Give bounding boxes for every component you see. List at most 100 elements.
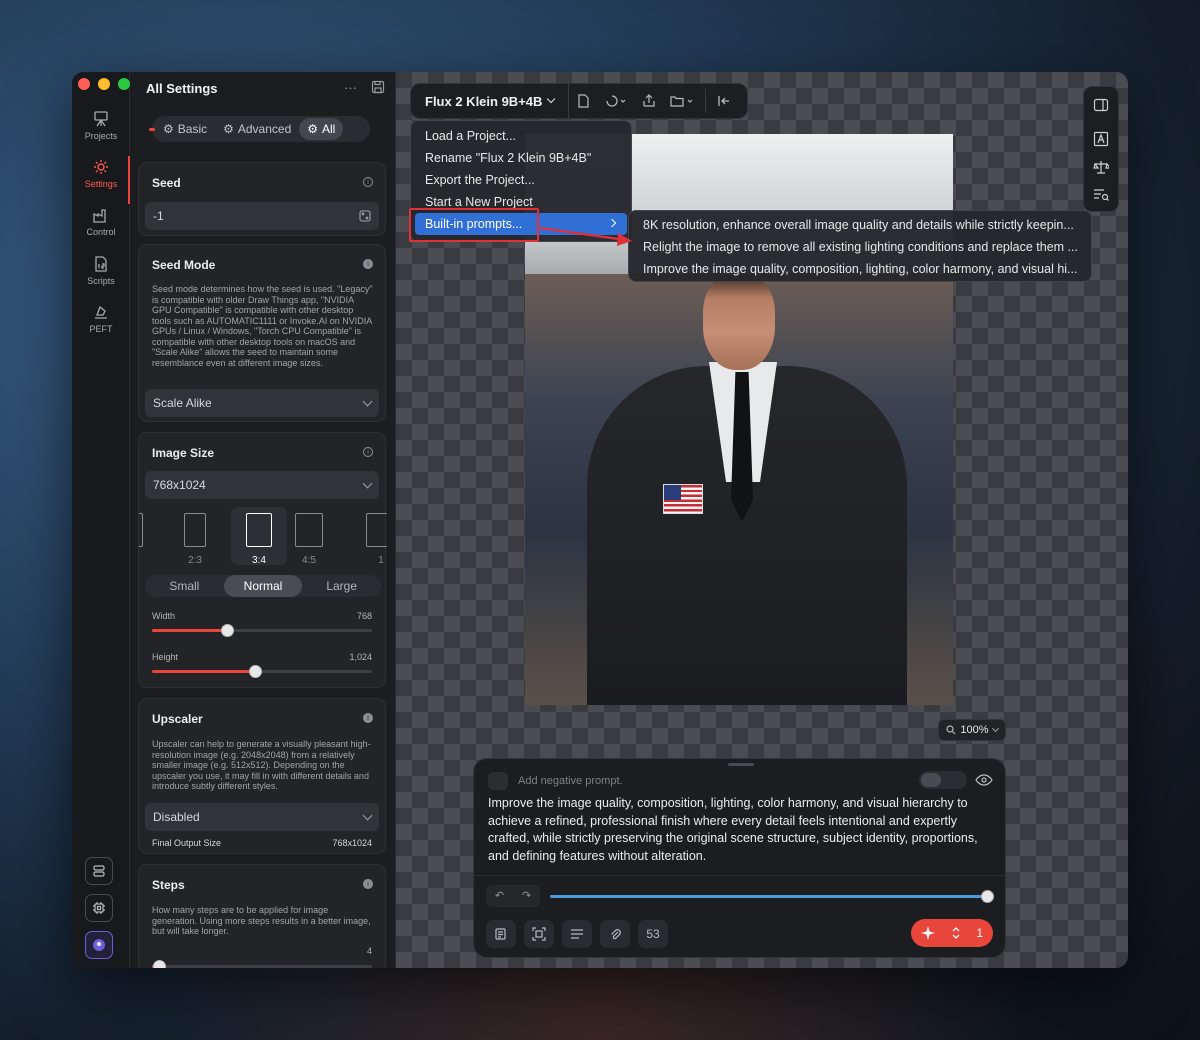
app-window: Projects Settings Control Scripts PEFT A…: [72, 72, 1128, 968]
text-style-icon[interactable]: [1093, 131, 1109, 147]
info-icon[interactable]: i: [363, 177, 373, 187]
prompt-library-button[interactable]: [486, 920, 516, 948]
gear-icon: ⚙: [223, 122, 234, 136]
document-list-icon: [495, 928, 506, 940]
slider-knob[interactable]: [220, 624, 234, 637]
gear-icon: ⚙: [307, 122, 319, 136]
redo-icon[interactable]: ↷: [513, 885, 540, 907]
size-small[interactable]: Small: [145, 575, 224, 597]
steps-card: Steps i How many steps are to be applied…: [138, 864, 386, 968]
minimize-window-button[interactable]: [98, 78, 110, 90]
eye-icon[interactable]: [975, 773, 993, 787]
negative-prompt-input[interactable]: Add negative prompt.: [518, 775, 623, 787]
account-button[interactable]: [85, 931, 113, 959]
balance-scale-icon[interactable]: [1093, 159, 1109, 175]
info-icon[interactable]: i: [363, 447, 373, 457]
left-rail: Projects Settings Control Scripts PEFT: [72, 72, 130, 968]
height-slider[interactable]: [152, 665, 372, 678]
list-search-icon[interactable]: [1093, 187, 1109, 203]
zoom-window-button[interactable]: [118, 78, 130, 90]
gear-icon: ⚙: [163, 122, 174, 136]
collapse-left-icon[interactable]: [710, 83, 738, 119]
peft-icon: [95, 305, 107, 319]
token-count: 53: [638, 920, 668, 948]
save-icon[interactable]: [371, 80, 385, 94]
new-file-icon[interactable]: [569, 83, 597, 119]
easel-icon: [94, 111, 108, 127]
chevron-down-icon: [362, 810, 373, 820]
generate-button[interactable]: 1: [911, 919, 993, 947]
seed-card: Seed i -1: [138, 162, 386, 236]
info-icon[interactable]: i: [363, 713, 373, 723]
rail-item-control[interactable]: Control: [72, 204, 130, 248]
ratio-option[interactable]: 4:5: [289, 507, 329, 565]
paperclip-icon: [611, 929, 621, 940]
strength-slider[interactable]: [550, 890, 994, 903]
prompt-option[interactable]: Improve the image quality, composition, …: [629, 258, 1091, 280]
folder-menu-icon[interactable]: [663, 83, 701, 119]
slider-knob[interactable]: [152, 960, 166, 968]
info-icon[interactable]: i: [363, 259, 373, 269]
rail-item-projects[interactable]: Projects: [72, 108, 130, 152]
text-format-button[interactable]: [562, 920, 592, 948]
mode-all[interactable]: ⚙ All: [299, 118, 344, 140]
rail-item-peft[interactable]: PEFT: [72, 301, 130, 345]
resize-handle[interactable]: [728, 763, 754, 766]
aspect-ratio-picker: 2 2:3 3:4 4:5 1: [139, 505, 387, 565]
prompt-option[interactable]: Relight the image to remove all existing…: [629, 236, 1091, 258]
slider-knob[interactable]: [981, 890, 994, 903]
seed-mode-card: Seed Mode i Seed mode determines how the…: [138, 244, 386, 422]
mode-basic[interactable]: ⚙ Basic: [155, 118, 215, 140]
rail-item-scripts[interactable]: Scripts: [72, 253, 130, 297]
chevron-down-icon: [362, 396, 373, 406]
settings-mode-selector: ⚙ Basic ⚙ Advanced ⚙ All: [149, 116, 370, 142]
info-icon[interactable]: i: [363, 879, 373, 889]
window-controls: [78, 78, 130, 90]
ratio-option[interactable]: 2:3: [175, 507, 215, 565]
avatar-icon: [93, 939, 105, 951]
chip-button[interactable]: [85, 894, 113, 922]
built-in-prompts-submenu: 8K resolution, enhance overall image qua…: [628, 210, 1092, 282]
sticker-menu-icon[interactable]: [597, 83, 635, 119]
zoom-control[interactable]: 100%: [938, 719, 1006, 741]
share-icon[interactable]: [635, 83, 663, 119]
prompt-panel: Add negative prompt. Improve the image q…: [473, 758, 1006, 958]
rail-item-settings[interactable]: Settings: [72, 156, 130, 204]
image-size-select[interactable]: 768x1024: [145, 471, 379, 499]
upscaler-card: Upscaler i Upscaler can help to generate…: [138, 698, 386, 854]
steps-slider[interactable]: [152, 960, 372, 968]
project-menu-button[interactable]: Flux 2 Klein 9B+4B: [411, 83, 570, 119]
annotation-arrow-icon: [539, 226, 632, 246]
size-large[interactable]: Large: [302, 575, 381, 597]
width-slider[interactable]: [152, 624, 372, 637]
storage-button[interactable]: [85, 857, 113, 885]
menu-item-export-project[interactable]: Export the Project...: [411, 169, 631, 191]
attach-button[interactable]: [600, 920, 630, 948]
prompt-mode-toggle[interactable]: [919, 771, 967, 789]
close-window-button[interactable]: [78, 78, 90, 90]
seed-input[interactable]: -1: [145, 202, 379, 230]
menu-item-rename-project[interactable]: Rename "Flux 2 Klein 9B+4B": [411, 147, 631, 169]
prompt-input[interactable]: Improve the image quality, composition, …: [488, 795, 988, 865]
menu-item-load-project[interactable]: Load a Project...: [411, 125, 631, 147]
mode-advanced[interactable]: ⚙ Advanced: [215, 118, 299, 140]
size-normal[interactable]: Normal: [223, 575, 303, 597]
undo-icon[interactable]: ↶: [486, 885, 513, 907]
flag-patch: [663, 484, 703, 514]
ratio-option[interactable]: 2: [139, 507, 153, 565]
slider-knob[interactable]: [249, 665, 263, 678]
dice-icon[interactable]: [359, 210, 371, 222]
more-options-icon[interactable]: ···: [344, 80, 357, 95]
image-focus-button[interactable]: [524, 920, 554, 948]
sidebar-toggle-icon[interactable]: [1093, 97, 1109, 113]
database-icon: [93, 865, 105, 877]
prompt-option[interactable]: 8K resolution, enhance overall image qua…: [629, 214, 1091, 236]
search-icon: [946, 725, 956, 735]
project-toolbar: Flux 2 Klein 9B+4B: [410, 83, 748, 119]
ratio-option-active[interactable]: 3:4: [231, 507, 287, 565]
seed-mode-select[interactable]: Scale Alike: [145, 389, 379, 417]
ratio-option[interactable]: 1: [361, 507, 387, 565]
text-lines-icon: [571, 929, 583, 939]
upscaler-select[interactable]: Disabled: [145, 803, 379, 831]
stepper-icon[interactable]: [951, 926, 961, 940]
